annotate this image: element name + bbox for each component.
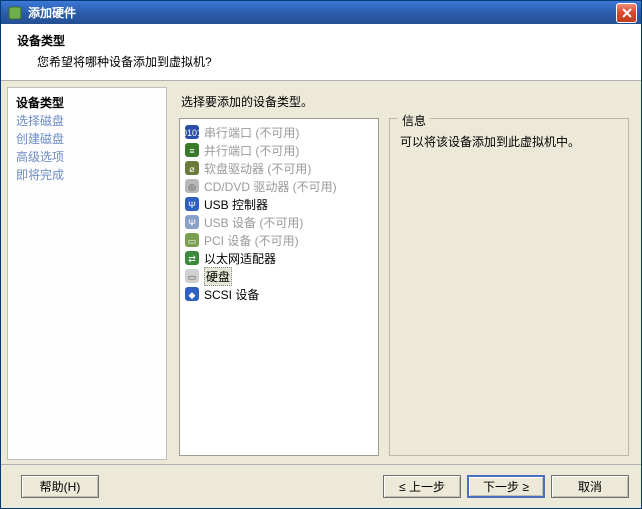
header-heading: 设备类型	[17, 32, 625, 49]
help-button[interactable]: 帮助(H)	[21, 475, 99, 498]
info-text: 可以将该设备添加到此虚拟机中。	[400, 133, 618, 150]
floppy-drive-icon: ⌀	[184, 160, 200, 176]
step-item: 即将完成	[16, 166, 158, 184]
back-button[interactable]: ≤ 上一步	[383, 475, 461, 498]
svg-text:▭: ▭	[188, 236, 197, 246]
device-item-ethernet-adapter[interactable]: ⇄ 以太网适配器	[182, 249, 376, 267]
device-type-list[interactable]: 0101 串行端口 (不可用) ≡ 并行端口 (不可用) ⌀ 软盘驱动器 (不可用) ◎ CD…	[179, 118, 379, 456]
usb-device-icon: Ψ	[184, 214, 200, 230]
step-item: 设备类型	[16, 94, 158, 112]
wizard-header: 设备类型 您希望将哪种设备添加到虚拟机?	[1, 24, 641, 81]
header-subheading: 您希望将哪种设备添加到虚拟机?	[37, 53, 625, 70]
pci-device-icon: ▭	[184, 232, 200, 248]
svg-text:▭: ▭	[188, 272, 197, 282]
svg-text:Ψ: Ψ	[188, 218, 196, 228]
close-button[interactable]	[616, 3, 637, 23]
device-item-label: PCI 设备 (不可用)	[204, 232, 299, 249]
window-title: 添加硬件	[28, 4, 616, 21]
ethernet-icon: ⇄	[184, 250, 200, 266]
svg-text:Ψ: Ψ	[188, 200, 196, 210]
device-item-label: 串行端口 (不可用)	[204, 124, 299, 141]
serial-port-icon: 0101	[184, 124, 200, 140]
device-item-scsi-device[interactable]: ◆ SCSI 设备	[182, 285, 376, 303]
device-item-label: 软盘驱动器 (不可用)	[204, 160, 311, 177]
steps-sidebar: 设备类型选择磁盘创建磁盘高级选项即将完成	[7, 87, 167, 460]
device-item-label: 以太网适配器	[204, 250, 276, 267]
svg-text:0101: 0101	[184, 128, 200, 138]
svg-text:◆: ◆	[189, 290, 196, 300]
svg-text:⌀: ⌀	[189, 164, 195, 174]
main-panel: 选择要添加的设备类型。 0101 串行端口 (不可用) ≡ 并行端口 (不可用) ⌀ 软盘…	[167, 87, 633, 460]
wizard-footer: 帮助(H) ≤ 上一步 下一步 ≥ 取消	[1, 464, 641, 508]
wizard-body: 设备类型选择磁盘创建磁盘高级选项即将完成 选择要添加的设备类型。 0101 串行端…	[1, 81, 641, 464]
device-item-label: 并行端口 (不可用)	[204, 142, 299, 159]
device-item-label: SCSI 设备	[204, 286, 259, 303]
device-item-hard-disk[interactable]: ▭ 硬盘	[182, 267, 376, 285]
add-hardware-window: 添加硬件 设备类型 您希望将哪种设备添加到虚拟机? 设备类型选择磁盘创建磁盘高级…	[0, 0, 642, 509]
step-item: 选择磁盘	[16, 112, 158, 130]
scsi-device-icon: ◆	[184, 286, 200, 302]
parallel-port-icon: ≡	[184, 142, 200, 158]
device-item-serial-port[interactable]: 0101 串行端口 (不可用)	[182, 123, 376, 141]
device-item-cd-dvd-drive[interactable]: ◎ CD/DVD 驱动器 (不可用)	[182, 177, 376, 195]
step-item: 高级选项	[16, 148, 158, 166]
app-icon	[7, 5, 23, 21]
device-item-label: CD/DVD 驱动器 (不可用)	[204, 178, 337, 195]
usb-controller-icon: Ψ	[184, 196, 200, 212]
info-legend: 信息	[398, 112, 430, 129]
device-item-usb-controller[interactable]: Ψ USB 控制器	[182, 195, 376, 213]
device-item-label: 硬盘	[204, 267, 232, 286]
cd-dvd-icon: ◎	[184, 178, 200, 194]
device-item-usb-device[interactable]: Ψ USB 设备 (不可用)	[182, 213, 376, 231]
instruction-text: 选择要添加的设备类型。	[181, 93, 629, 110]
next-button[interactable]: 下一步 ≥	[467, 475, 545, 498]
info-groupbox: 信息 可以将该设备添加到此虚拟机中。	[389, 118, 629, 456]
device-item-floppy-drive[interactable]: ⌀ 软盘驱动器 (不可用)	[182, 159, 376, 177]
device-item-label: USB 设备 (不可用)	[204, 214, 303, 231]
device-item-parallel-port[interactable]: ≡ 并行端口 (不可用)	[182, 141, 376, 159]
columns: 0101 串行端口 (不可用) ≡ 并行端口 (不可用) ⌀ 软盘驱动器 (不可用) ◎ CD…	[179, 118, 629, 456]
svg-text:≡: ≡	[189, 146, 194, 156]
cancel-button[interactable]: 取消	[551, 475, 629, 498]
hard-disk-icon: ▭	[184, 268, 200, 284]
device-item-pci-device[interactable]: ▭ PCI 设备 (不可用)	[182, 231, 376, 249]
device-item-label: USB 控制器	[204, 196, 268, 213]
step-item: 创建磁盘	[16, 130, 158, 148]
svg-text:⇄: ⇄	[188, 254, 196, 264]
svg-text:◎: ◎	[188, 182, 196, 192]
titlebar: 添加硬件	[1, 1, 641, 24]
